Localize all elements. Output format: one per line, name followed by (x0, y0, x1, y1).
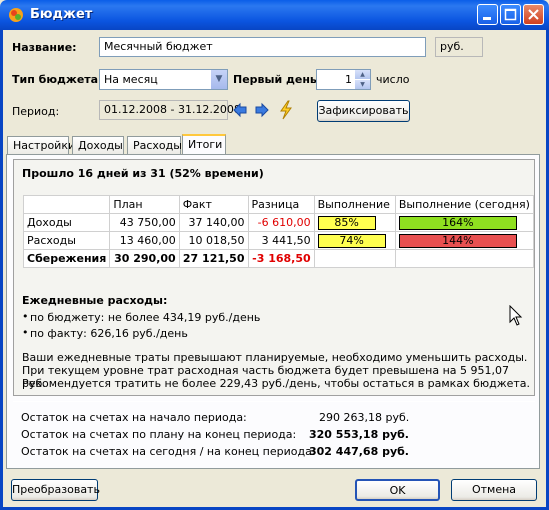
divider (13, 401, 535, 402)
daily-budget: по бюджету: не более 434,19 руб./день (30, 311, 261, 324)
cell-done-today: 164% (394, 213, 535, 232)
cell-done: 74% (313, 231, 396, 250)
advice-line-3: Рекомендуется тратить не более 229,43 ру… (22, 377, 531, 390)
header-done-today: Выполнение (сегодня) (394, 195, 535, 214)
daily-fact: по факту: 626,16 руб./день (30, 327, 188, 340)
header-empty (22, 195, 111, 214)
period-label: Период: (12, 105, 60, 118)
window-title: Бюджет (30, 7, 93, 22)
maximize-button[interactable] (500, 4, 521, 25)
spin-up-icon[interactable]: ▲ (355, 70, 370, 79)
summary-box: Прошло 16 дней из 31 (52% времени) План … (13, 159, 535, 396)
progress-bar: 85% (317, 215, 376, 230)
cell-plan: 13 460,00 (109, 231, 180, 250)
close-icon (528, 9, 539, 20)
advice-line-1: Ваши ежедневные траты превышают планируе… (22, 351, 528, 364)
header-plan: План (109, 195, 180, 214)
table-row: Расходы 13 460,00 10 018,50 3 441,50 74%… (22, 231, 535, 250)
table-header: План Факт Разница Выполнение Выполнение … (22, 195, 535, 214)
progress-bar: 74% (317, 233, 386, 248)
app-icon (9, 8, 23, 22)
minimize-button[interactable] (477, 4, 498, 25)
type-label: Тип бюджета: (12, 73, 103, 86)
header-done: Выполнение (313, 195, 396, 214)
tab-expenses[interactable]: Расходы (127, 136, 182, 154)
cell-fact: 10 018,50 (178, 231, 249, 250)
totals-panel: Прошло 16 дней из 31 (52% времени) План … (6, 154, 540, 469)
title-bar[interactable]: Бюджет (0, 0, 549, 30)
progress-bar: 164% (398, 215, 517, 230)
cancel-button[interactable]: Отмена (451, 479, 537, 501)
first-day-stepper[interactable]: 1 ▲ ▼ (316, 69, 371, 90)
mouse-cursor-icon (509, 305, 523, 326)
first-day-label: Первый день: (233, 73, 322, 86)
progress-text: Прошло 16 дней из 31 (52% времени) (22, 167, 264, 180)
maximize-icon (504, 8, 517, 21)
budget-type-select[interactable]: На месяц ▼ (99, 69, 228, 90)
table-row: Доходы 43 750,00 37 140,00 -6 610,00 85%… (22, 213, 535, 232)
balance-box: Остаток на счетах на начало периода: 290… (13, 401, 535, 463)
convert-button[interactable]: Преобразовать (11, 479, 100, 501)
cell-done-today (394, 249, 535, 268)
close-button[interactable] (523, 4, 544, 25)
bullet-icon: • (22, 310, 29, 323)
lightning-icon[interactable] (278, 100, 294, 120)
name-label: Название: (12, 41, 77, 54)
cell-diff: -3 168,50 (247, 249, 315, 268)
currency-field: руб. (435, 37, 483, 57)
name-input[interactable]: Месячный бюджет (99, 37, 426, 57)
header-diff: Разница (247, 195, 315, 214)
row-name: Доходы (22, 213, 111, 232)
cell-plan: 30 290,00 (109, 249, 180, 268)
bullet-icon: • (22, 326, 29, 339)
chevron-down-icon[interactable]: ▼ (210, 70, 227, 89)
budget-type-value: На месяц (104, 73, 158, 86)
first-day-value: 1 (345, 73, 352, 86)
cell-diff: 3 441,50 (247, 231, 315, 250)
balance-plan-label: Остаток на счетах по плану на конец пери… (21, 428, 297, 441)
summary-table: План Факт Разница Выполнение Выполнение … (22, 195, 535, 268)
period-field: 01.12.2008 - 31.12.2008 (99, 100, 241, 120)
spin-down-icon[interactable]: ▼ (355, 80, 370, 89)
ok-button[interactable]: OK (355, 479, 440, 501)
cell-fact: 27 121,50 (178, 249, 249, 268)
tab-settings[interactable]: Настройки (7, 136, 75, 154)
table-row: Сбережения 30 290,00 27 121,50 -3 168,50 (22, 249, 535, 268)
balance-plan-value: 320 553,18 руб. (309, 428, 409, 441)
balance-start-label: Остаток на счетах на начало периода: (21, 411, 247, 424)
fix-button[interactable]: Зафиксировать (317, 100, 410, 122)
progress-bar: 144% (398, 233, 517, 248)
balance-today-value: 302 447,68 руб. (309, 445, 409, 458)
first-day-suffix: число (376, 73, 410, 86)
cell-done-today: 144% (394, 231, 535, 250)
tab-totals[interactable]: Итоги (182, 134, 226, 155)
cell-done: 85% (313, 213, 396, 232)
row-name: Расходы (22, 231, 111, 250)
cell-diff: -6 610,00 (247, 213, 315, 232)
row-name: Сбережения (22, 249, 111, 268)
minimize-icon (483, 17, 491, 20)
balance-today-label: Остаток на счетах на сегодня / на конец … (21, 445, 316, 458)
header-fact: Факт (178, 195, 249, 214)
cell-plan: 43 750,00 (109, 213, 180, 232)
cell-done (313, 249, 396, 268)
daily-title: Ежедневные расходы: (22, 294, 168, 307)
cell-fact: 37 140,00 (178, 213, 249, 232)
tab-income[interactable]: Доходы (72, 136, 124, 154)
prev-period-icon[interactable] (232, 102, 248, 118)
next-period-icon[interactable] (254, 102, 270, 118)
balance-start-value: 290 263,18 руб. (319, 411, 410, 424)
